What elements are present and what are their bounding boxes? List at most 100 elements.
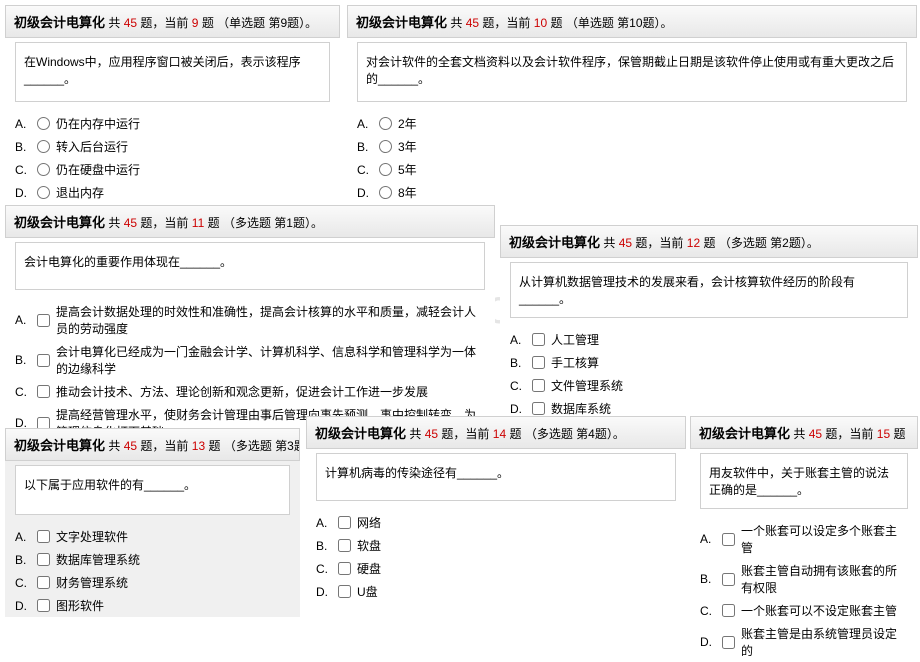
lbl-a: A. [15,313,31,327]
type: （单选题 第10题）。 [566,16,673,30]
total: 45 [466,16,479,30]
txt-prefix: 共 [603,236,615,250]
check-d[interactable] [532,402,545,415]
txt-c: 5年 [398,161,417,178]
lbl-c: C. [357,163,373,177]
opt-c: C.财务管理系统 [15,571,290,594]
panel-q13: 初级会计电算化 共 45 题，当前 13 题 （多选题 第3题）。 以下属于应用… [5,428,300,617]
opt-d: D.退出内存 [15,181,330,204]
type: （单选题 第9题）。 [217,16,317,30]
lbl-b: B. [15,140,31,154]
txt-prefix: 共 [450,16,462,30]
title: 初级会计电算化 [356,15,447,30]
check-a[interactable] [722,533,735,546]
lbl-a: A. [15,117,31,131]
q-text: 以下属于应用软件的有______。 [24,478,196,492]
total: 45 [809,427,822,441]
radio-d[interactable] [37,186,50,199]
total: 45 [124,216,137,230]
check-c[interactable] [722,604,735,617]
check-d[interactable] [722,636,735,649]
type: （多选题 第4题）。 [525,427,625,441]
question-box: 计算机病毒的传染途径有______。 [316,453,676,501]
question-box: 用友软件中，关于账套主管的说法正确的是______。 [700,453,908,509]
txt-a: 2年 [398,115,417,132]
txt-a: 网络 [357,514,381,531]
opt-b: B.软盘 [316,534,676,557]
check-b[interactable] [532,356,545,369]
opt-a: A.人工管理 [510,328,908,351]
check-a[interactable] [532,333,545,346]
check-b[interactable] [722,573,735,586]
txt-close: 题 [202,16,214,30]
check-c[interactable] [37,576,50,589]
title: 初级会计电算化 [699,426,790,441]
header-q11: 初级会计电算化 共 45 题，当前 11 题 （多选题 第1题）。 [5,205,495,238]
check-c[interactable] [532,379,545,392]
radio-c[interactable] [37,163,50,176]
lbl-b: B. [700,572,716,586]
type: （多选题 第5题）。 [909,427,918,441]
question-box: 会计电算化的重要作用体现在______。 [15,242,485,290]
options: A.一个账套可以设定多个账套主管 B.账套主管自动拥有该账套的所有权限 C.一个… [690,513,918,662]
check-b[interactable] [37,553,50,566]
lbl-b: B. [510,356,526,370]
txt-suffix: 题，当前 [635,236,683,250]
num: 11 [192,216,204,230]
txt-d: 8年 [398,184,417,201]
txt-b: 3年 [398,138,417,155]
lbl-d: D. [15,186,31,200]
txt-c: 仍在硬盘中运行 [56,161,140,178]
txt-prefix: 共 [108,16,120,30]
check-a[interactable] [338,516,351,529]
check-c[interactable] [338,562,351,575]
lbl-d: D. [316,585,332,599]
opt-b: B.会计电算化已经成为一门金融会计学、计算机科学、信息科学和管理科学为一体的边缘… [15,340,485,380]
txt-d: 图形软件 [56,597,104,614]
check-d[interactable] [338,585,351,598]
question-box: 在Windows中，应用程序窗口被关闭后，表示该程序______。 [15,42,330,102]
q-text: 会计电算化的重要作用体现在______。 [24,255,232,269]
panel-q10: 初级会计电算化 共 45 题，当前 10 题 （单选题 第10题）。 对会计软件… [347,5,917,204]
num: 9 [192,16,199,30]
radio-b[interactable] [37,140,50,153]
q-text: 计算机病毒的传染途径有______。 [325,466,509,480]
txt-c: 推动会计技术、方法、理论创新和观念更新，促进会计工作进一步发展 [56,383,428,400]
txt-close: 题 [550,16,562,30]
num: 10 [534,16,547,30]
lbl-c: C. [15,576,31,590]
options: A.文字处理软件 B.数据库管理系统 C.财务管理系统 D.图形软件 [5,519,300,617]
radio-d[interactable] [379,186,392,199]
txt-a: 一个账套可以设定多个账套主管 [741,522,908,556]
txt-a: 文字处理软件 [56,528,128,545]
lbl-c: C. [510,379,526,393]
radio-a[interactable] [379,117,392,130]
txt-b: 账套主管自动拥有该账套的所有权限 [741,562,908,596]
question-box: 从计算机数据管理技术的发展来看，会计核算软件经历的阶段有______。 [510,262,908,318]
txt-c: 硬盘 [357,560,381,577]
check-a[interactable] [37,530,50,543]
type: （多选题 第3题）。 [224,439,300,453]
txt-d: 账套主管是由系统管理员设定的 [741,625,908,659]
check-a[interactable] [37,314,50,327]
txt-close: 题 [703,236,715,250]
check-d[interactable] [37,599,50,612]
options: A.人工管理 B.手工核算 C.文件管理系统 D.数据库系统 [500,322,918,420]
check-b[interactable] [37,354,50,367]
txt-a: 提高会计数据处理的时效性和准确性，提高会计核算的水平和质量，减轻会计人员的劳动强… [56,303,485,337]
radio-b[interactable] [379,140,392,153]
total: 45 [619,236,632,250]
check-c[interactable] [37,385,50,398]
title: 初级会计电算化 [14,15,105,30]
txt-b: 手工核算 [551,354,599,371]
txt-suffix: 题，当前 [140,216,188,230]
check-b[interactable] [338,539,351,552]
radio-a[interactable] [37,117,50,130]
txt-a: 仍在内存中运行 [56,115,140,132]
txt-prefix: 共 [108,439,120,453]
txt-suffix: 题，当前 [825,427,873,441]
num: 14 [493,427,506,441]
txt-close: 题 [509,427,521,441]
txt-b: 转入后台运行 [56,138,128,155]
radio-c[interactable] [379,163,392,176]
